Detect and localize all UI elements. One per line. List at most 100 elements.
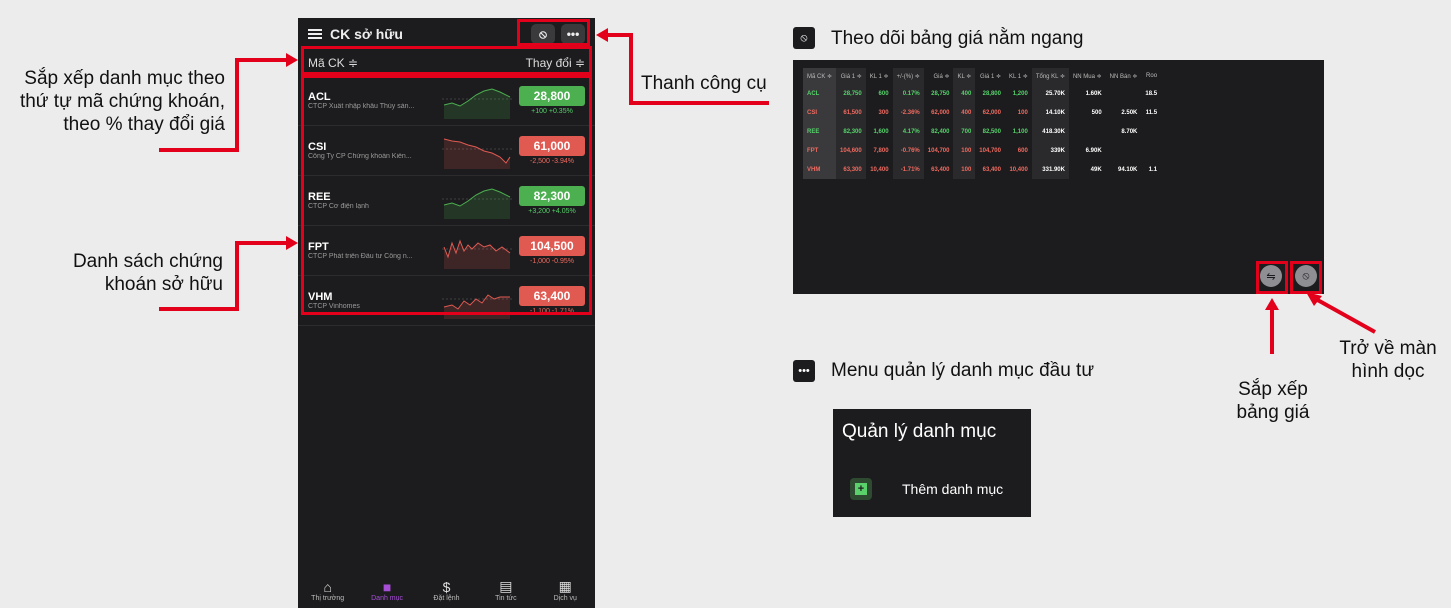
price-table: Mã CK ≑ Giá 1 ≑ KL 1 ≑ +/-(%) ≑ Giá ≑ KL ≑ Giá… [803, 68, 1161, 179]
connector-line [235, 241, 287, 245]
table-row[interactable]: REE 82,300 1,600 4.17% 82,400 700 82,500 1,100 4… [803, 122, 1161, 141]
column-header[interactable]: Tổng KL ≑ [1031, 68, 1069, 84]
table-cell: 25.70K [1031, 84, 1069, 103]
table-cell: 1,200 [1012, 90, 1028, 97]
column-header[interactable]: Mã CK ≑ [803, 68, 837, 84]
connector-line [235, 241, 239, 311]
table-cell: 82,300 [836, 122, 866, 141]
column-header[interactable]: KL ≑ [953, 68, 976, 84]
table-row[interactable]: CSI 61,500 300 -2.36% 62,000 400 62,000 100 14.1… [803, 103, 1161, 122]
table-cell: VHM [803, 160, 837, 179]
nav-item[interactable]: ▤ Tin tức [478, 578, 534, 602]
column-header[interactable]: NN Mua ≑ [1069, 68, 1106, 84]
column-header[interactable]: Giá ≑ [924, 68, 954, 84]
nav-label: Danh mục [371, 594, 404, 602]
table-cell: 400 [953, 103, 976, 122]
table-cell: 2.50K [1121, 109, 1138, 116]
briefcase-icon: ■ [382, 578, 392, 595]
connector-arrow [1306, 292, 1376, 334]
sort-button-highlight [1256, 261, 1288, 294]
column-header[interactable]: +/-(%) ≑ [892, 68, 924, 84]
menu-icon[interactable] [308, 29, 322, 39]
list-annotation-line: khoán sở hữu [104, 274, 223, 295]
table-cell: 11.5 [1145, 109, 1158, 116]
table-cell: 700 [953, 122, 976, 141]
nav-label: Dịch vụ [553, 594, 577, 602]
connector-line [159, 148, 239, 152]
connector-line [629, 101, 769, 105]
nav-item[interactable]: ▦ Dịch vụ [537, 578, 593, 602]
table-cell: 18.5 [1145, 90, 1158, 97]
annotation-line: bảng giá [1236, 402, 1310, 423]
table-cell: 6.90K [1085, 147, 1102, 154]
list-annotation-line: Danh sách chứng [72, 251, 223, 272]
table-cell: 63,300 [836, 160, 866, 179]
connector-line [629, 33, 633, 105]
table-cell: 82,500 [982, 128, 1001, 135]
table-cell: FPT [803, 141, 837, 160]
table-header: Mã CK ≑ Giá 1 ≑ KL 1 ≑ +/-(%) ≑ Giá ≑ KL ≑ Giá… [803, 68, 1161, 84]
sort-annotation-line: theo % thay đổi giá [63, 114, 225, 135]
table-cell: 94.10K [1118, 166, 1138, 173]
table-cell: ACL [803, 84, 837, 103]
table-row[interactable]: ACL 28,750 600 0.17% 28,750 400 28,800 1,200 25.… [803, 84, 1161, 103]
connector-line [235, 58, 239, 152]
connector-line [1270, 308, 1274, 354]
table-cell: 63,400 [931, 166, 950, 173]
table-cell: 10,400 [870, 166, 889, 173]
nav-label: Tin tức [495, 594, 517, 602]
sort-table-annotation: Sắp xếp bảng giá [1230, 378, 1316, 424]
table-cell: 500 [1091, 109, 1102, 116]
column-header[interactable]: Giá 1 ≑ [975, 68, 1005, 84]
column-header[interactable]: KL 1 ≑ [1005, 68, 1032, 84]
table-cell: 62,000 [982, 109, 1001, 116]
annotation-line: Trở về màn [1339, 338, 1437, 359]
table-cell: 63,400 [982, 166, 1001, 173]
sort-annotation: Sắp xếp danh mục theo thứ tự mã chứng kh… [0, 67, 225, 136]
table-cell [1141, 141, 1161, 160]
landscape-title: Theo dõi bảng giá nằm ngang [831, 28, 1084, 49]
table-cell: 1,100 [1012, 128, 1028, 135]
add-portfolio-item[interactable]: + Thêm danh mục [850, 478, 1003, 500]
sort-annotation-line: Sắp xếp danh mục theo [24, 68, 225, 89]
portfolio-menu: Quản lý danh mục + Thêm danh mục [833, 409, 1031, 517]
column-header[interactable]: NN Bán ≑ [1106, 68, 1142, 84]
sort-annotation-line: thứ tự mã chứng khoán, [19, 91, 225, 112]
table-cell: 8.70K [1121, 128, 1138, 135]
table-cell: 7,800 [873, 147, 889, 154]
table-cell: 600 [1017, 147, 1028, 154]
list-highlight [301, 75, 592, 315]
bottom-nav: ⌂ Thị trường ■ Danh mục $ Đặt lệnh ▤ Tin tứ… [298, 572, 595, 608]
table-cell: 1.60K [1085, 90, 1102, 97]
table-cell: -2.36% [892, 103, 924, 122]
table-cell: 100 [953, 141, 976, 160]
page-title: CK sở hữu [330, 26, 403, 42]
table-cell [1106, 141, 1142, 160]
table-cell: 28,750 [836, 84, 866, 103]
news-icon: ▤ [499, 578, 513, 594]
table-cell: 104,700 [927, 147, 950, 154]
sortbar-highlight [301, 46, 592, 75]
nav-item[interactable]: ■ Danh mục [359, 579, 415, 602]
toolbar-highlight [517, 19, 590, 46]
table-cell: 61,500 [836, 103, 866, 122]
table-cell: 104,600 [836, 141, 866, 160]
table-row[interactable]: FPT 104,600 7,800 -0.76% 104,700 100 104,700 60… [803, 141, 1161, 160]
table-cell: 300 [878, 109, 889, 116]
table-cell: 400 [953, 84, 976, 103]
nav-item[interactable]: ⌂ Thị trường [300, 579, 356, 602]
nav-item[interactable]: $ Đặt lệnh [418, 579, 474, 602]
table-cell: REE [803, 122, 837, 141]
table-row[interactable]: VHM 63,300 10,400 -1.71% 63,400 100 63,400 10,4… [803, 160, 1161, 179]
toolbar-annotation: Thanh công cụ [641, 73, 767, 94]
column-header[interactable]: Roo [1141, 68, 1161, 84]
table-cell [1106, 84, 1142, 103]
table-cell: 10,400 [1009, 166, 1028, 173]
table-cell: 104,700 [979, 147, 1001, 154]
more-icon: ••• [793, 360, 815, 382]
table-cell: 100 [1017, 109, 1028, 116]
column-header[interactable]: KL 1 ≑ [866, 68, 893, 84]
column-header[interactable]: Giá 1 ≑ [836, 68, 866, 84]
list-annotation: Danh sách chứng khoán sở hữu [43, 250, 223, 296]
table-cell: 339K [1031, 141, 1069, 160]
